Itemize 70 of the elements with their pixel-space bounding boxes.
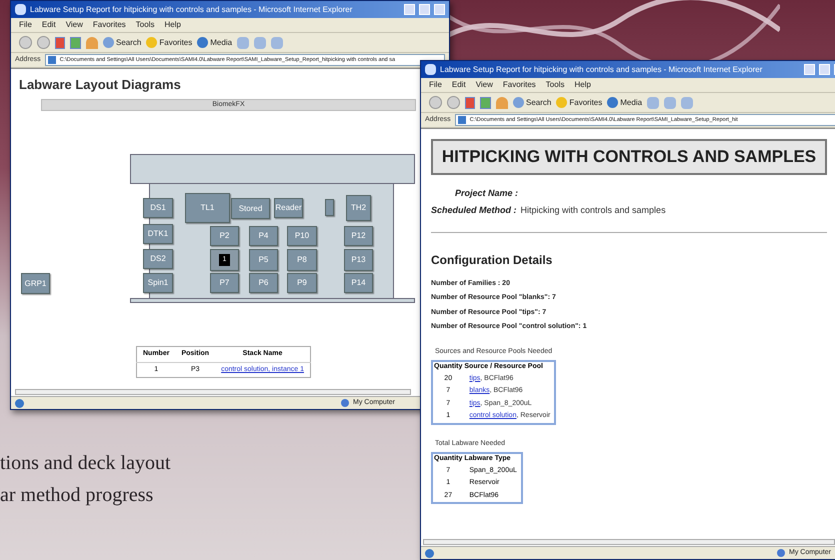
deck-slot bbox=[325, 199, 334, 216]
deck-slot: P4 bbox=[249, 226, 278, 246]
field-value: Hitpicking with controls and samples bbox=[520, 204, 666, 217]
deck-slot: P5 bbox=[249, 249, 278, 271]
deck-slot: Stored bbox=[231, 198, 270, 219]
toolbar-button[interactable]: Search bbox=[116, 36, 142, 48]
page-icon bbox=[458, 116, 466, 124]
deck-slot: P6 bbox=[249, 273, 278, 293]
page-heading: Labware Layout Diagrams bbox=[19, 76, 181, 94]
globe-icon[interactable] bbox=[607, 97, 618, 108]
deck-slot: TH2 bbox=[346, 195, 371, 221]
home-icon[interactable] bbox=[86, 36, 98, 48]
magnifier-icon[interactable] bbox=[103, 37, 114, 48]
deck-slot: P13 bbox=[344, 249, 373, 271]
maximize-icon[interactable] bbox=[819, 64, 830, 75]
page-icon bbox=[48, 56, 56, 64]
menu-item[interactable]: Help bbox=[574, 79, 591, 91]
page-icon bbox=[425, 548, 434, 558]
refresh-icon[interactable] bbox=[70, 36, 81, 48]
globe-icon[interactable] bbox=[197, 37, 208, 48]
deck-slot: P8 bbox=[287, 249, 317, 271]
deck-slot: DS2 bbox=[143, 249, 173, 269]
page-icon bbox=[15, 398, 24, 408]
refresh-icon[interactable] bbox=[480, 96, 491, 108]
deck-slot: DTK1 bbox=[143, 224, 173, 244]
browser-icon bbox=[425, 64, 436, 75]
menu-item[interactable]: File bbox=[429, 79, 442, 91]
menu-item[interactable]: Tools bbox=[136, 19, 154, 31]
menu-item[interactable]: Tools bbox=[546, 79, 564, 91]
caption-text: tions and deck layout bbox=[0, 452, 171, 474]
deck-slot: GRP1 bbox=[21, 273, 50, 294]
minimize-icon[interactable] bbox=[404, 4, 415, 15]
toolbar-button[interactable]: Media bbox=[620, 96, 642, 108]
maximize-icon[interactable] bbox=[419, 4, 430, 15]
menu-item[interactable]: Edit bbox=[42, 19, 56, 31]
menu-item[interactable]: View bbox=[476, 79, 493, 91]
home-icon[interactable] bbox=[496, 96, 508, 108]
menu-item[interactable]: File bbox=[19, 19, 32, 31]
window-title: Labware Setup Report for hitpicking with controls and samples - Microsoft Internet Explorer bbox=[440, 64, 764, 76]
menu-item[interactable]: Favorites bbox=[502, 79, 536, 91]
deck-slot: TL1 bbox=[185, 193, 230, 223]
field-label: Scheduled Method : bbox=[431, 204, 516, 217]
deck-slot: Reader bbox=[274, 198, 303, 218]
caption-text: ar method progress bbox=[0, 484, 154, 506]
stop-icon[interactable] bbox=[465, 96, 475, 108]
deck-slot: Spin1 bbox=[143, 273, 173, 293]
toolbar-button[interactable]: Favorites bbox=[569, 96, 602, 108]
report-title: HITPICKING WITH CONTROLS AND SAMPLES bbox=[431, 139, 827, 174]
window-title: Labware Setup Report for hitpicking with controls and samples - Microsoft Internet Explorer bbox=[30, 4, 354, 16]
section-heading: Configuration Details bbox=[431, 252, 554, 268]
toolbar-button[interactable]: Favorites bbox=[159, 36, 192, 48]
minimize-icon[interactable] bbox=[804, 64, 815, 75]
menu-item[interactable]: Favorites bbox=[92, 19, 126, 31]
menu-item[interactable]: View bbox=[66, 19, 83, 31]
deck-slot: P10 bbox=[287, 226, 317, 246]
deck-slot: P14 bbox=[344, 273, 373, 293]
magnifier-icon[interactable] bbox=[513, 97, 524, 108]
field-label: Project Name : bbox=[455, 186, 518, 200]
deck-slot: P9 bbox=[287, 273, 317, 293]
menu-item[interactable]: Edit bbox=[452, 79, 466, 91]
deck-slot: DS1 bbox=[143, 198, 173, 218]
deck-slot: P2 bbox=[210, 226, 239, 246]
deck-slot: P12 bbox=[344, 226, 373, 246]
deck-slot: P7 bbox=[210, 273, 239, 293]
stop-icon[interactable] bbox=[55, 36, 65, 48]
browser-icon bbox=[15, 4, 26, 15]
toolbar-button[interactable]: Search bbox=[526, 96, 552, 108]
toolbar-button[interactable]: Media bbox=[210, 36, 232, 48]
close-icon[interactable] bbox=[434, 4, 445, 15]
menu-item[interactable]: Help bbox=[164, 19, 181, 31]
